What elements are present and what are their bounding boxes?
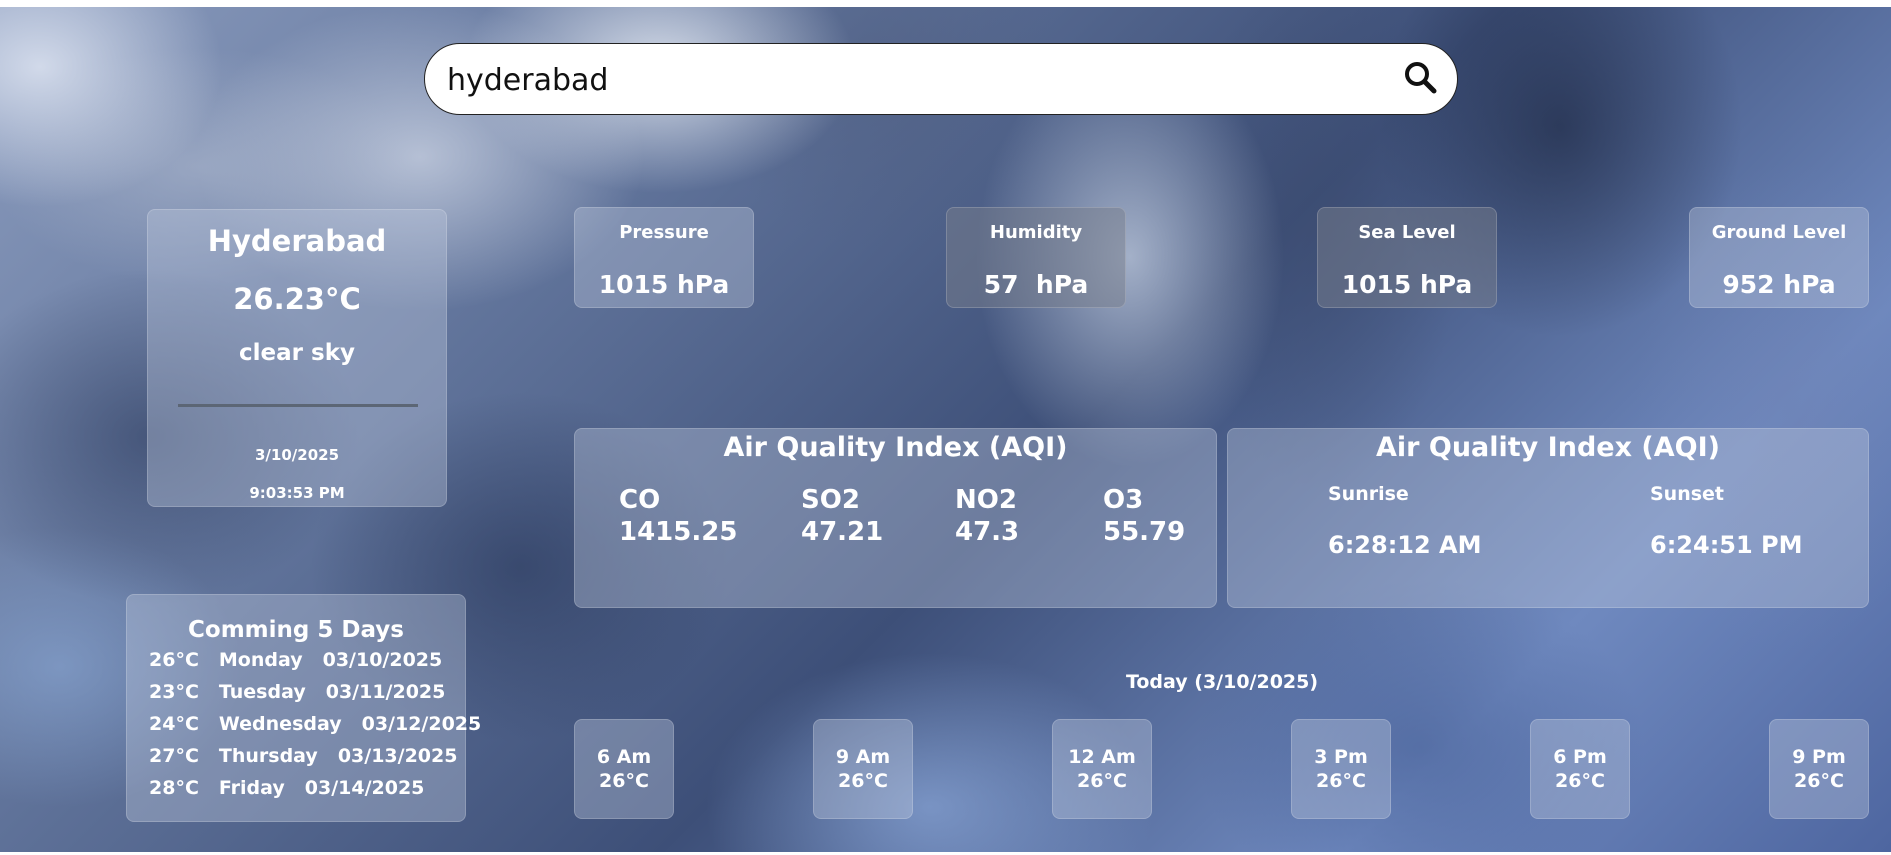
- forecast-day: Tuesday: [218, 681, 306, 703]
- hourly-card: 3 Pm 26°C: [1291, 719, 1391, 819]
- forecast-temp: 23°C: [149, 681, 199, 703]
- hour-temp: 26°C: [1794, 770, 1844, 792]
- pollutant-value: 47.3: [955, 517, 1020, 547]
- hour-temp: 26°C: [1555, 770, 1605, 792]
- pollutant-no2: NO2 47.3: [955, 485, 1019, 547]
- today-label: Today (3/10/2025): [1125, 671, 1319, 693]
- stat-label: Ground Level: [1711, 222, 1847, 243]
- forecast-row: 28°C Friday 03/14/2025: [149, 777, 444, 799]
- pollutant-name: O3: [1103, 485, 1144, 515]
- current-date: 3/10/2025: [254, 446, 340, 464]
- pollutant-value: 55.79: [1103, 517, 1186, 547]
- forecast-row: 27°C Thursday 03/13/2025: [149, 745, 477, 767]
- sunset-block: Sunset 6:24:51 PM: [1650, 483, 1803, 559]
- forecast-row: 24°C Wednesday 03/12/2025: [149, 713, 501, 735]
- hour-temp: 26°C: [838, 770, 888, 792]
- forecast-row: 23°C Tuesday 03/11/2025: [149, 681, 465, 703]
- forecast-temp: 24°C: [149, 713, 199, 735]
- stat-value: 1015 hPa: [598, 270, 730, 299]
- aqi-card: Air Quality Index (AQI) CO 1415.25 SO2 4…: [574, 428, 1217, 608]
- forecast-day: Monday: [218, 649, 303, 671]
- divider: [178, 404, 418, 407]
- forecast-date: 03/13/2025: [337, 745, 458, 767]
- hourly-card: 6 Pm 26°C: [1530, 719, 1630, 819]
- stat-value: 1015 hPa: [1341, 270, 1473, 299]
- stat-label: Pressure: [619, 222, 709, 243]
- pressure-card: Pressure 1015 hPa: [574, 207, 754, 308]
- city-name: Hyderabad: [207, 224, 387, 258]
- pollutant-value: 1415.25: [619, 517, 738, 547]
- pollutant-value: 47.21: [801, 517, 884, 547]
- hour-time: 3 Pm: [1314, 746, 1368, 768]
- sunset-label: Sunset: [1650, 483, 1725, 505]
- forecast-day: Friday: [218, 777, 285, 799]
- pollutant-name: NO2: [955, 485, 1017, 515]
- hourly-card: 9 Am 26°C: [813, 719, 913, 819]
- forecast-row: 26°C Monday 03/10/2025: [149, 649, 462, 671]
- forecast-temp: 27°C: [149, 745, 199, 767]
- stat-value: 952 hPa: [1722, 270, 1836, 299]
- weather-app: Hyderabad 26.23°C clear sky 3/10/2025 9:…: [0, 7, 1891, 852]
- search-input[interactable]: [445, 54, 1389, 106]
- forecast-day: Thursday: [218, 745, 318, 767]
- hourly-card: 9 Pm 26°C: [1769, 719, 1869, 819]
- sunrise-block: Sunrise 6:28:12 AM: [1328, 483, 1482, 559]
- hourly-card: 12 Am 26°C: [1052, 719, 1152, 819]
- sun-times-card: Air Quality Index (AQI) Sunrise 6:28:12 …: [1227, 428, 1869, 608]
- pollutant-o3: O3 55.79: [1103, 485, 1185, 547]
- stat-value: 57 hPa: [983, 270, 1089, 299]
- ground-level-card: Ground Level 952 hPa: [1689, 207, 1869, 308]
- pollutant-so2: SO2 47.21: [801, 485, 883, 547]
- stat-label: Sea Level: [1358, 222, 1456, 243]
- search-bar: [424, 43, 1458, 115]
- sea-level-card: Sea Level 1015 hPa: [1317, 207, 1497, 308]
- pollutant-co: CO 1415.25: [619, 485, 737, 547]
- sun-card-title: Air Quality Index (AQI): [1376, 432, 1720, 463]
- sunset-time: 6:24:51 PM: [1650, 531, 1803, 559]
- forecast-date: 03/14/2025: [304, 777, 425, 799]
- sunrise-time: 6:28:12 AM: [1328, 531, 1482, 559]
- forecast-date: 03/11/2025: [325, 681, 446, 703]
- forecast-temp: 28°C: [149, 777, 199, 799]
- five-day-forecast-card: Comming 5 Days 26°C Monday 03/10/2025 23°C…: [126, 594, 481, 822]
- hour-time: 6 Am: [596, 746, 652, 768]
- hour-time: 9 Am: [835, 746, 891, 768]
- forecast-title: Comming 5 Days: [188, 617, 404, 643]
- hour-temp: 26°C: [599, 770, 649, 792]
- pollutant-name: CO: [619, 485, 661, 515]
- hour-temp: 26°C: [1316, 770, 1366, 792]
- hour-time: 12 Am: [1068, 746, 1136, 768]
- hourly-card: 6 Am 26°C: [574, 719, 674, 819]
- hour-temp: 26°C: [1077, 770, 1127, 792]
- current-weather-card: Hyderabad 26.23°C clear sky 3/10/2025 9:…: [147, 209, 447, 507]
- hour-time: 9 Pm: [1792, 746, 1846, 768]
- humidity-card: Humidity 57 hPa: [946, 207, 1126, 308]
- forecast-date: 03/12/2025: [361, 713, 482, 735]
- forecast-date: 03/10/2025: [322, 649, 443, 671]
- pollutant-name: SO2: [801, 485, 860, 515]
- stat-label: Humidity: [989, 222, 1083, 243]
- aqi-title: Air Quality Index (AQI): [723, 432, 1068, 463]
- sunrise-label: Sunrise: [1328, 483, 1409, 505]
- hour-time: 6 Pm: [1553, 746, 1607, 768]
- search-icon[interactable]: [1403, 60, 1439, 96]
- forecast-temp: 26°C: [149, 649, 199, 671]
- current-time: 9:03:53 PM: [249, 484, 345, 502]
- forecast-day: Wednesday: [218, 713, 342, 735]
- current-temperature: 26.23°C: [233, 282, 361, 316]
- weather-description: clear sky: [239, 340, 355, 366]
